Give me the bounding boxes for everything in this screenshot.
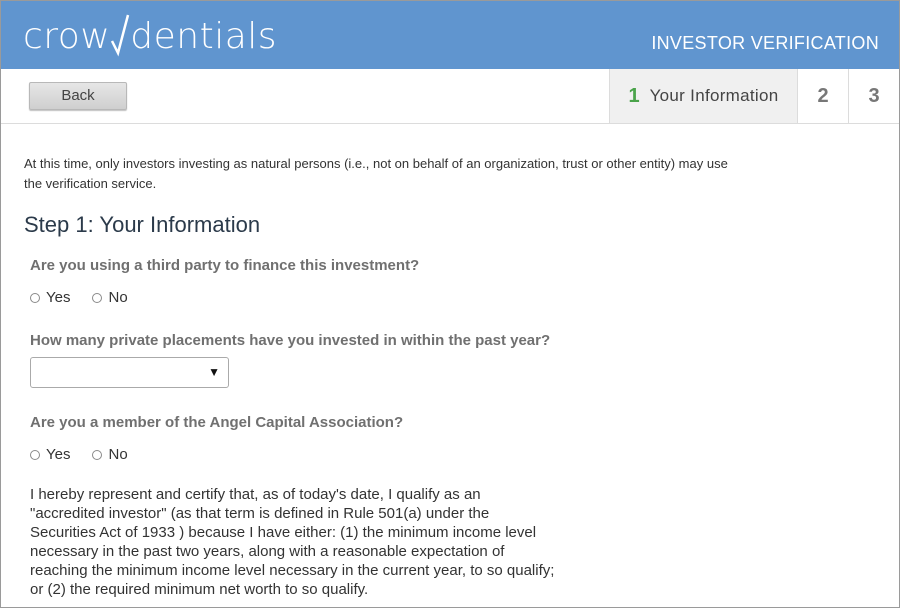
radio-label-no: No	[108, 289, 128, 306]
radio-label-yes: Yes	[46, 446, 71, 463]
question-private-placements: How many private placements have you inv…	[30, 332, 551, 349]
logo-checkmark-icon	[110, 14, 130, 59]
radio-third-party-no[interactable]: No	[92, 289, 128, 306]
question-angel-capital: Are you a member of the Angel Capital As…	[30, 414, 404, 431]
radio-circle-icon[interactable]	[30, 449, 40, 460]
back-button[interactable]: Back	[29, 82, 127, 110]
radio-group-third-party: Yes No	[30, 289, 899, 306]
radio-label-no: No	[108, 446, 128, 463]
step-1-label: Your Information	[649, 86, 779, 105]
page-frame: crow dentials INVESTOR VERIFICATION Back…	[0, 0, 900, 608]
radio-angel-no[interactable]: No	[92, 446, 128, 463]
logo-text-right: dentials	[130, 16, 278, 57]
step-title: Step 1: Your Information	[24, 212, 261, 237]
radio-circle-icon[interactable]	[92, 292, 103, 303]
question-third-party-financing: Are you using a third party to finance t…	[30, 257, 420, 274]
dropdown-arrow-icon[interactable]: ▼	[208, 365, 220, 379]
app-header: crow dentials INVESTOR VERIFICATION	[1, 1, 899, 69]
step-3-number: 3	[868, 84, 880, 107]
intro-text: At this time, only investors investing a…	[24, 156, 728, 191]
step-indicator: 1 Your Information 2 3	[609, 69, 899, 123]
navigation-bar: Back 1 Your Information 2 3	[1, 69, 899, 124]
radio-group-angel-capital: Yes No	[30, 446, 899, 463]
certification-text: I hereby represent and certify that, as …	[30, 486, 555, 598]
radio-angel-yes[interactable]: Yes	[30, 446, 70, 463]
radio-circle-icon[interactable]	[30, 292, 40, 303]
main-content: At this time, only investors investing a…	[1, 154, 899, 599]
step-1-number: 1	[628, 84, 640, 107]
step-3: 3	[848, 69, 899, 123]
step-2-number: 2	[817, 84, 829, 107]
step-1: 1 Your Information	[609, 69, 797, 123]
step-2: 2	[797, 69, 848, 123]
logo: crow dentials	[23, 14, 278, 59]
private-placements-select[interactable]: ▼	[30, 357, 229, 388]
radio-label-yes: Yes	[46, 289, 71, 306]
portal-title: INVESTOR VERIFICATION	[651, 33, 879, 53]
radio-circle-icon[interactable]	[92, 449, 103, 460]
radio-third-party-yes[interactable]: Yes	[30, 289, 70, 306]
logo-text-left: crow	[23, 16, 111, 57]
